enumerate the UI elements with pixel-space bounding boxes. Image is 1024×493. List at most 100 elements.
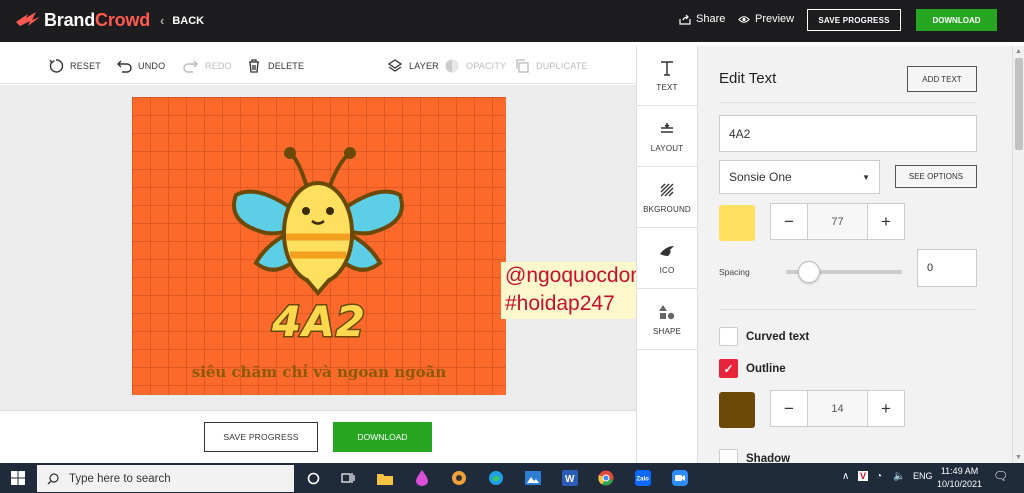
canvas-area: 4A2 siêu chăm chỉ và ngoan ngoãn xyxy=(0,85,636,410)
edge-browser-icon[interactable] xyxy=(487,469,505,487)
spacing-slider-thumb[interactable] xyxy=(798,261,821,283)
tab-text[interactable]: TEXT xyxy=(637,46,697,106)
scroll-thumb[interactable] xyxy=(1015,58,1023,150)
svg-text:Zalo: Zalo xyxy=(637,477,650,483)
cortana-icon[interactable] xyxy=(304,469,322,487)
download-button[interactable]: DOWNLOAD xyxy=(916,9,997,31)
taskbar-search[interactable]: Type here to search xyxy=(37,465,294,492)
outline-checkbox[interactable]: ✓ xyxy=(719,359,738,378)
share-label: Share xyxy=(696,13,726,25)
tab-layout[interactable]: LAYOUT xyxy=(637,107,697,167)
tab-icon-label: ICO xyxy=(659,266,675,275)
save-progress-button[interactable]: SAVE PROGRESS xyxy=(807,9,901,31)
layer-button[interactable]: LAYER xyxy=(387,58,439,74)
shadow-option[interactable]: Shadow xyxy=(719,449,790,463)
photos-app-icon[interactable] xyxy=(524,469,542,487)
curved-text-option[interactable]: Curved text xyxy=(719,327,809,346)
zalo-app-icon[interactable]: Zalo xyxy=(634,469,652,487)
outline-option[interactable]: ✓ Outline xyxy=(719,359,786,378)
share-icon xyxy=(679,14,691,25)
font-select[interactable]: Sonsie One ▼ xyxy=(719,160,880,194)
layer-label: LAYER xyxy=(409,61,439,71)
bee-illustration[interactable] xyxy=(228,133,408,298)
scroll-down-icon[interactable]: ▼ xyxy=(1015,454,1022,461)
tray-overflow-icon[interactable]: ∧ xyxy=(842,471,849,482)
duplicate-button[interactable]: DUPLICATE xyxy=(514,58,588,74)
preview-button[interactable]: Preview xyxy=(738,13,794,25)
tab-shape-label: SHAPE xyxy=(652,327,682,336)
text-color-swatch[interactable] xyxy=(719,205,755,241)
redo-icon xyxy=(183,60,198,73)
font-select-value: Sonsie One xyxy=(729,170,792,184)
spacing-input[interactable]: 0 xyxy=(917,249,977,287)
text-icon xyxy=(661,61,673,76)
duplicate-label: DUPLICATE xyxy=(536,61,588,71)
zoom-app-icon[interactable] xyxy=(671,469,689,487)
editor-toolbar: RESET UNDO REDO DELETE LAYER OPACITY DUP… xyxy=(0,46,636,84)
font-size-decrease-button[interactable]: − xyxy=(771,204,807,239)
redo-button[interactable]: REDO xyxy=(183,58,232,74)
network-icon[interactable]: ◔ xyxy=(876,471,882,482)
font-size-value[interactable]: 77 xyxy=(807,204,868,239)
divider xyxy=(719,309,977,310)
design-subtitle-text[interactable]: siêu chăm chỉ và ngoan ngoãn xyxy=(132,363,506,381)
media-player-icon[interactable] xyxy=(450,469,468,487)
checkmark-icon: ✓ xyxy=(723,361,734,376)
windows-start-icon[interactable] xyxy=(11,471,25,485)
trash-icon xyxy=(249,59,259,73)
file-explorer-icon[interactable] xyxy=(376,469,394,487)
save-progress-bottom-button[interactable]: SAVE PROGRESS xyxy=(204,422,318,452)
search-icon xyxy=(47,472,59,484)
side-tabs: TEXT LAYOUT BKGROUND ICO SHAPE xyxy=(636,46,698,463)
tab-icon[interactable]: ICO xyxy=(637,229,697,289)
layers-icon xyxy=(387,59,403,72)
panel-title: Edit Text xyxy=(719,70,777,87)
outline-color-swatch[interactable] xyxy=(719,392,755,428)
layout-icon xyxy=(661,123,673,133)
background-icon xyxy=(660,183,674,197)
word-app-icon[interactable]: W xyxy=(561,469,579,487)
paint-app-icon[interactable] xyxy=(413,469,431,487)
panel-scrollbar[interactable]: ▲ ▼ xyxy=(1012,46,1024,463)
divider xyxy=(719,102,977,103)
language-indicator[interactable]: ENG xyxy=(913,471,933,481)
delete-button[interactable]: DELETE xyxy=(246,58,304,74)
outline-size-decrease-button[interactable]: − xyxy=(771,391,807,426)
undo-button[interactable]: UNDO xyxy=(116,58,165,74)
system-clock[interactable]: 11:49 AM 10/10/2021 xyxy=(937,465,982,491)
curved-text-checkbox[interactable] xyxy=(719,327,738,346)
tab-background[interactable]: BKGROUND xyxy=(637,168,697,228)
tab-background-label: BKGROUND xyxy=(643,205,691,214)
design-canvas[interactable]: 4A2 siêu chăm chỉ và ngoan ngoãn xyxy=(132,97,506,395)
reset-button[interactable]: RESET xyxy=(48,58,101,74)
design-main-text[interactable]: 4A2 xyxy=(132,296,506,348)
notification-icon[interactable]: 🗨 xyxy=(993,469,1008,483)
opacity-label: OPACITY xyxy=(466,61,507,71)
outline-size-value[interactable]: 14 xyxy=(807,391,868,426)
tab-shape[interactable]: SHAPE xyxy=(637,290,697,350)
scroll-up-icon[interactable]: ▲ xyxy=(1015,48,1022,55)
text-content-input[interactable]: 4A2 xyxy=(719,115,977,152)
clock-time: 11:49 AM xyxy=(940,466,979,476)
bottom-actions: SAVE PROGRESS DOWNLOAD xyxy=(0,410,636,463)
outline-size-increase-button[interactable]: + xyxy=(868,391,904,426)
task-view-icon[interactable] xyxy=(339,469,357,487)
brandcrowd-logo-icon xyxy=(16,12,40,26)
back-button[interactable]: ‹ BACK xyxy=(160,13,204,28)
shadow-checkbox[interactable] xyxy=(719,449,738,463)
opacity-button[interactable]: OPACITY xyxy=(444,58,506,74)
font-size-increase-button[interactable]: + xyxy=(868,204,904,239)
volume-icon[interactable]: 🔈 xyxy=(893,471,905,482)
brandcrowd-logo[interactable]: BrandCrowd xyxy=(14,8,150,32)
chevron-left-icon: ‹ xyxy=(160,13,165,28)
see-options-button[interactable]: SEE OPTIONS xyxy=(895,165,977,188)
outline-size-stepper: − 14 + xyxy=(770,390,905,427)
download-bottom-button[interactable]: DOWNLOAD xyxy=(333,422,432,452)
share-button[interactable]: Share xyxy=(679,13,725,25)
duplicate-icon xyxy=(516,59,529,73)
redo-label: REDO xyxy=(205,61,232,71)
add-text-button[interactable]: ADD TEXT xyxy=(907,66,977,92)
vpn-tray-icon[interactable]: V xyxy=(858,471,869,481)
brand-name: BrandCrowd xyxy=(44,9,151,30)
chrome-browser-icon[interactable] xyxy=(597,469,615,487)
